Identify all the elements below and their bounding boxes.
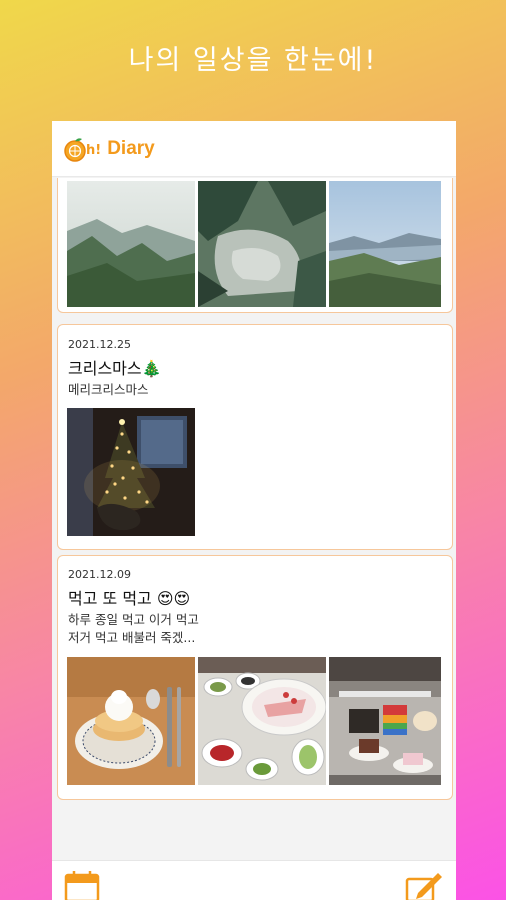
- summit-view-photo[interactable]: [329, 181, 441, 307]
- pancake-photo[interactable]: [67, 657, 195, 785]
- app-title: Diary: [107, 137, 155, 159]
- app-logo: h!: [62, 136, 101, 162]
- entry-date: 2021.12.25: [68, 338, 131, 351]
- promo-headline: 나의 일상을 한눈에!: [128, 45, 378, 76]
- entry-body: 메리크리스마스: [68, 382, 149, 397]
- entry-body-line: 하루 종일 먹고 이거 먹고: [68, 612, 199, 627]
- entry-title: 크리스마스🎄: [68, 359, 162, 378]
- calendar-icon[interactable]: [64, 871, 100, 900]
- entry-title: 먹고 또 먹고 😍😍: [68, 589, 191, 608]
- dessert-buffet-photo[interactable]: [329, 657, 441, 785]
- diary-entry-card[interactable]: 2021.12.09 먹고 또 먹고 😍😍 하루 종일 먹고 이거 먹고 저거 …: [57, 555, 453, 800]
- app-screen: h! Diary 2021.12.25 크리스마스🎄 메리크리스마스 2021.…: [52, 121, 456, 900]
- mountain-valley-photo[interactable]: [67, 181, 195, 307]
- edit-icon[interactable]: [404, 871, 444, 900]
- christmas-tree-photo[interactable]: [67, 408, 195, 536]
- diary-entry-card[interactable]: [57, 178, 453, 313]
- bottom-nav: [52, 860, 456, 900]
- diary-feed[interactable]: 2021.12.25 크리스마스🎄 메리크리스마스 2021.12.09 먹고 …: [52, 178, 456, 860]
- rocky-pine-photo[interactable]: [198, 181, 326, 307]
- diary-entry-card[interactable]: 2021.12.25 크리스마스🎄 메리크리스마스: [57, 324, 453, 550]
- sashimi-platter-photo[interactable]: [198, 657, 326, 785]
- entry-body-line: 저거 먹고 배불러 죽겠...: [68, 630, 196, 645]
- orange-logo-icon: [64, 137, 86, 162]
- entry-date: 2021.12.09: [68, 568, 131, 581]
- logo-text: h!: [86, 143, 102, 158]
- app-bar: h! Diary: [52, 121, 456, 177]
